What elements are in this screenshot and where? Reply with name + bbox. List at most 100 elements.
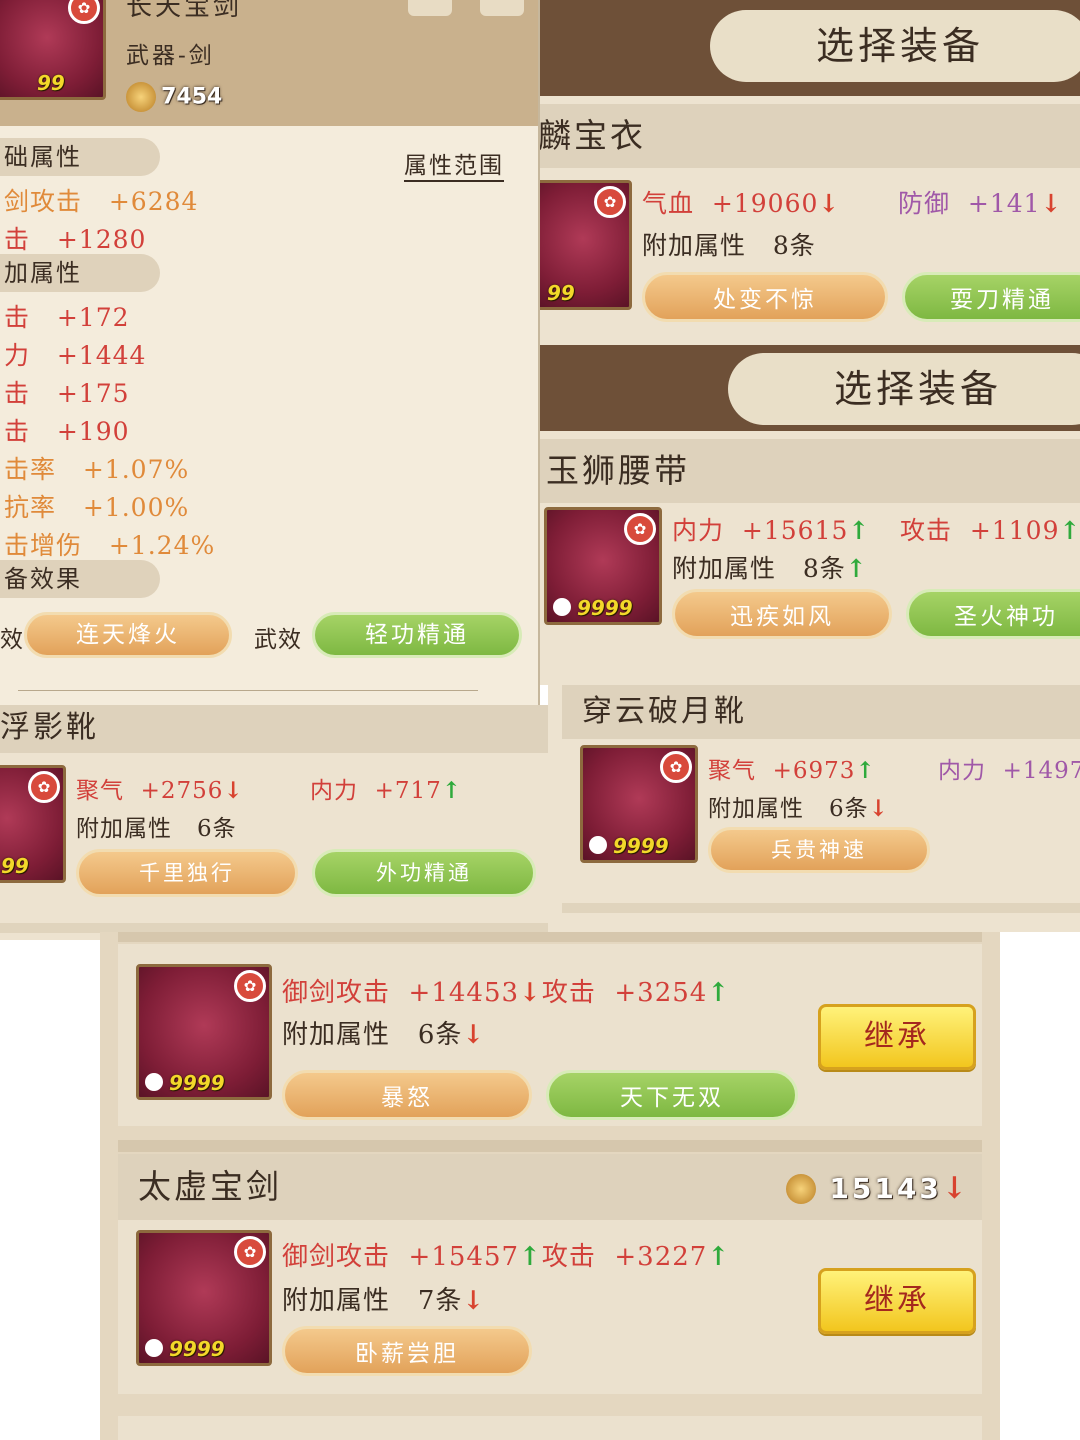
sword2-extra: 附加属性 7条↓ <box>282 1286 486 1316</box>
lock-icon <box>145 1339 163 1357</box>
arrow-down-icon: ↓ <box>223 777 244 804</box>
arrow-down-icon: ↓ <box>818 189 841 218</box>
effect-pill-1[interactable]: 连天烽火 <box>24 612 232 658</box>
rosette-icon: ✿ <box>660 751 692 783</box>
boots-right-name: 穿云破月靴 <box>582 694 747 729</box>
boots-right-stat2: 内力 +1497↓ <box>938 758 1080 784</box>
base-stat-1: 剑攻击 +6284 <box>4 187 199 216</box>
sword1-stat1: 御剑攻击 +14453↓攻击 +3254↑ <box>282 978 731 1008</box>
arrow-down-icon: ↓ <box>1040 189 1063 218</box>
sword-list-panel: ✿ 9999 御剑攻击 +14453↓攻击 +3254↑ 附加属性 6条↓ 暴怒… <box>100 932 1000 1440</box>
sword-item-2[interactable]: 太虚宝剑 15143↓ ✿ 9999 御剑攻击 +15457↑攻击 +3227↑… <box>118 1154 982 1394</box>
select-banner-row: 选择装备 <box>538 345 1080 431</box>
lock-button[interactable] <box>408 0 452 16</box>
armor-stat2: 防御 +141↓ <box>898 189 1063 218</box>
sword-item-1[interactable]: ✿ 9999 御剑攻击 +14453↓攻击 +3254↑ 附加属性 6条↓ 暴怒… <box>118 944 982 1126</box>
extra-stat-6: 抗率 +1.00% <box>4 493 190 522</box>
select-equipment-title: 选择装备 <box>728 353 1080 425</box>
boots-left-qty: 99 <box>1 854 29 878</box>
rosette-icon: ✿ <box>594 186 626 218</box>
sword-icon: ✿ 9999 <box>136 1230 272 1366</box>
inherit-button[interactable]: 继承 <box>818 1004 976 1070</box>
sword-icon: ✿ 9999 <box>136 964 272 1100</box>
boots-right-qty: 9999 <box>613 834 669 858</box>
arrow-up-icon: ↑ <box>855 757 876 784</box>
boots-icon[interactable]: ✿ 99 <box>0 765 66 883</box>
divider <box>118 1140 982 1152</box>
sword1-effect-pill-1[interactable]: 暴怒 <box>282 1070 532 1120</box>
weapon-header: ✿ 99 长天宝剑 武器-剑 7454 <box>0 0 538 126</box>
boots-left-extra: 附加属性 6条 <box>76 816 237 842</box>
select-equipment-title: 选择装备 <box>710 10 1080 82</box>
arrow-up-icon: ↑ <box>707 1242 731 1272</box>
arrow-down-icon: ↓ <box>519 978 542 1008</box>
sword-icon[interactable]: ✿ 99 <box>0 0 106 100</box>
weapon-detail-panel: ✿ 99 长天宝剑 武器-剑 7454 础属性 属性范围 剑攻击 +6284 击… <box>0 0 540 705</box>
armor-name-row: 麟宝衣 <box>538 104 1080 168</box>
sword1-extra: 附加属性 6条↓ <box>282 1020 486 1050</box>
sword2-effect-pill-1[interactable]: 卧薪尝胆 <box>282 1326 532 1376</box>
belt-stat2: 攻击 +1109↑ <box>900 516 1080 545</box>
sword2-stat1: 御剑攻击 +15457↑攻击 +3227↑ <box>282 1242 731 1272</box>
weapon-subtitle: 武器-剑 <box>126 43 215 69</box>
extra-stat-3: 击 +175 <box>4 379 130 408</box>
boots-left-stat1: 聚气 +2756↓ <box>76 777 244 804</box>
extra-stat-5: 击率 +1.07% <box>4 455 190 484</box>
belt-extra: 附加属性 8条↑ <box>672 554 868 583</box>
belt-effect-pill-2[interactable]: 圣火神功 <box>906 589 1080 639</box>
robe-icon[interactable]: ✿ 99 <box>538 180 632 310</box>
arrow-up-icon: ↑ <box>519 1242 542 1272</box>
extra-stat-4: 击 +190 <box>4 417 130 446</box>
armor-select-panel: 选择装备 麟宝衣 ✿ 99 气血 +19060↓ 防御 +141↓ 附加属性 8… <box>538 0 1080 345</box>
sword2-power: 15143↓ <box>785 1154 970 1222</box>
extra-stat-7: 击增伤 +1.24% <box>4 531 216 560</box>
base-stat-2: 击 +1280 <box>4 225 147 254</box>
boots-right-stat1: 聚气 +6973↑ <box>708 757 876 784</box>
effect-pill-2[interactable]: 轻功精通 <box>312 612 522 658</box>
coin-icon <box>785 1174 816 1204</box>
sword2-name-row: 太虚宝剑 15143↓ <box>118 1154 982 1220</box>
sword2-name: 太虚宝剑 <box>138 1167 282 1206</box>
sword2-qty: 9999 <box>169 1337 225 1361</box>
divider <box>18 690 478 691</box>
boots-icon[interactable]: ✿ 9999 <box>580 745 698 863</box>
armor-effect-pill-1[interactable]: 处变不惊 <box>642 272 888 322</box>
divider <box>562 903 1080 913</box>
boots-left-name-row: 浮影靴 <box>0 705 548 753</box>
armor-name: 麟宝衣 <box>538 116 646 155</box>
arrow-up-icon: ↑ <box>848 516 871 545</box>
boots-left-name: 浮影靴 <box>0 710 99 745</box>
boots-left-stat2: 内力 +717↑ <box>310 777 463 804</box>
boots-right-effect-pill[interactable]: 兵贵神速 <box>708 827 930 873</box>
sword1-qty: 9999 <box>169 1071 225 1095</box>
belt-effect-pill-1[interactable]: 迅疾如风 <box>672 589 892 639</box>
belt-select-panel: 选择装备 玉狮腰带 ✿ 9999 内力 +15615↑ 攻击 +1109↑ 附加… <box>538 345 1080 685</box>
armor-extra: 附加属性 8条 <box>642 231 816 260</box>
attr-range-button[interactable]: 属性范围 <box>404 146 504 182</box>
arrow-down-icon: ↓ <box>462 1020 486 1050</box>
arrow-down-icon: ↓ <box>868 795 889 822</box>
belt-qty: 9999 <box>577 596 633 620</box>
boots-left-effect-pill-2[interactable]: 外功精通 <box>312 849 536 897</box>
effect-section: 备效果 <box>0 560 160 598</box>
rosette-icon: ✿ <box>624 513 656 545</box>
boots-left-effect-pill-1[interactable]: 千里独行 <box>76 849 298 897</box>
arrow-down-icon: ↓ <box>462 1286 486 1316</box>
rosette-icon: ✿ <box>28 771 60 803</box>
weapon-qty: 99 <box>37 71 65 95</box>
belt-name: 玉狮腰带 <box>546 451 690 490</box>
lock-icon <box>145 1073 163 1091</box>
arrow-down-icon: ↓ <box>941 1171 970 1206</box>
belt-stat1: 内力 +15615↑ <box>672 516 871 545</box>
rosette-icon: ✿ <box>234 970 266 1002</box>
belt-icon[interactable]: ✿ 9999 <box>544 507 662 625</box>
sword-list-top-strip <box>118 932 982 942</box>
sword1-effect-pill-2[interactable]: 天下无双 <box>546 1070 798 1120</box>
armor-stat1: 气血 +19060↓ <box>642 189 841 218</box>
rosette-icon: ✿ <box>68 0 100 24</box>
share-button[interactable] <box>480 0 524 16</box>
inherit-button[interactable]: 继承 <box>818 1268 976 1334</box>
armor-effect-pill-2[interactable]: 耍刀精通 <box>902 272 1080 322</box>
boots-right-name-row: 穿云破月靴 <box>562 685 1080 739</box>
arrow-up-icon: ↑ <box>845 554 868 583</box>
